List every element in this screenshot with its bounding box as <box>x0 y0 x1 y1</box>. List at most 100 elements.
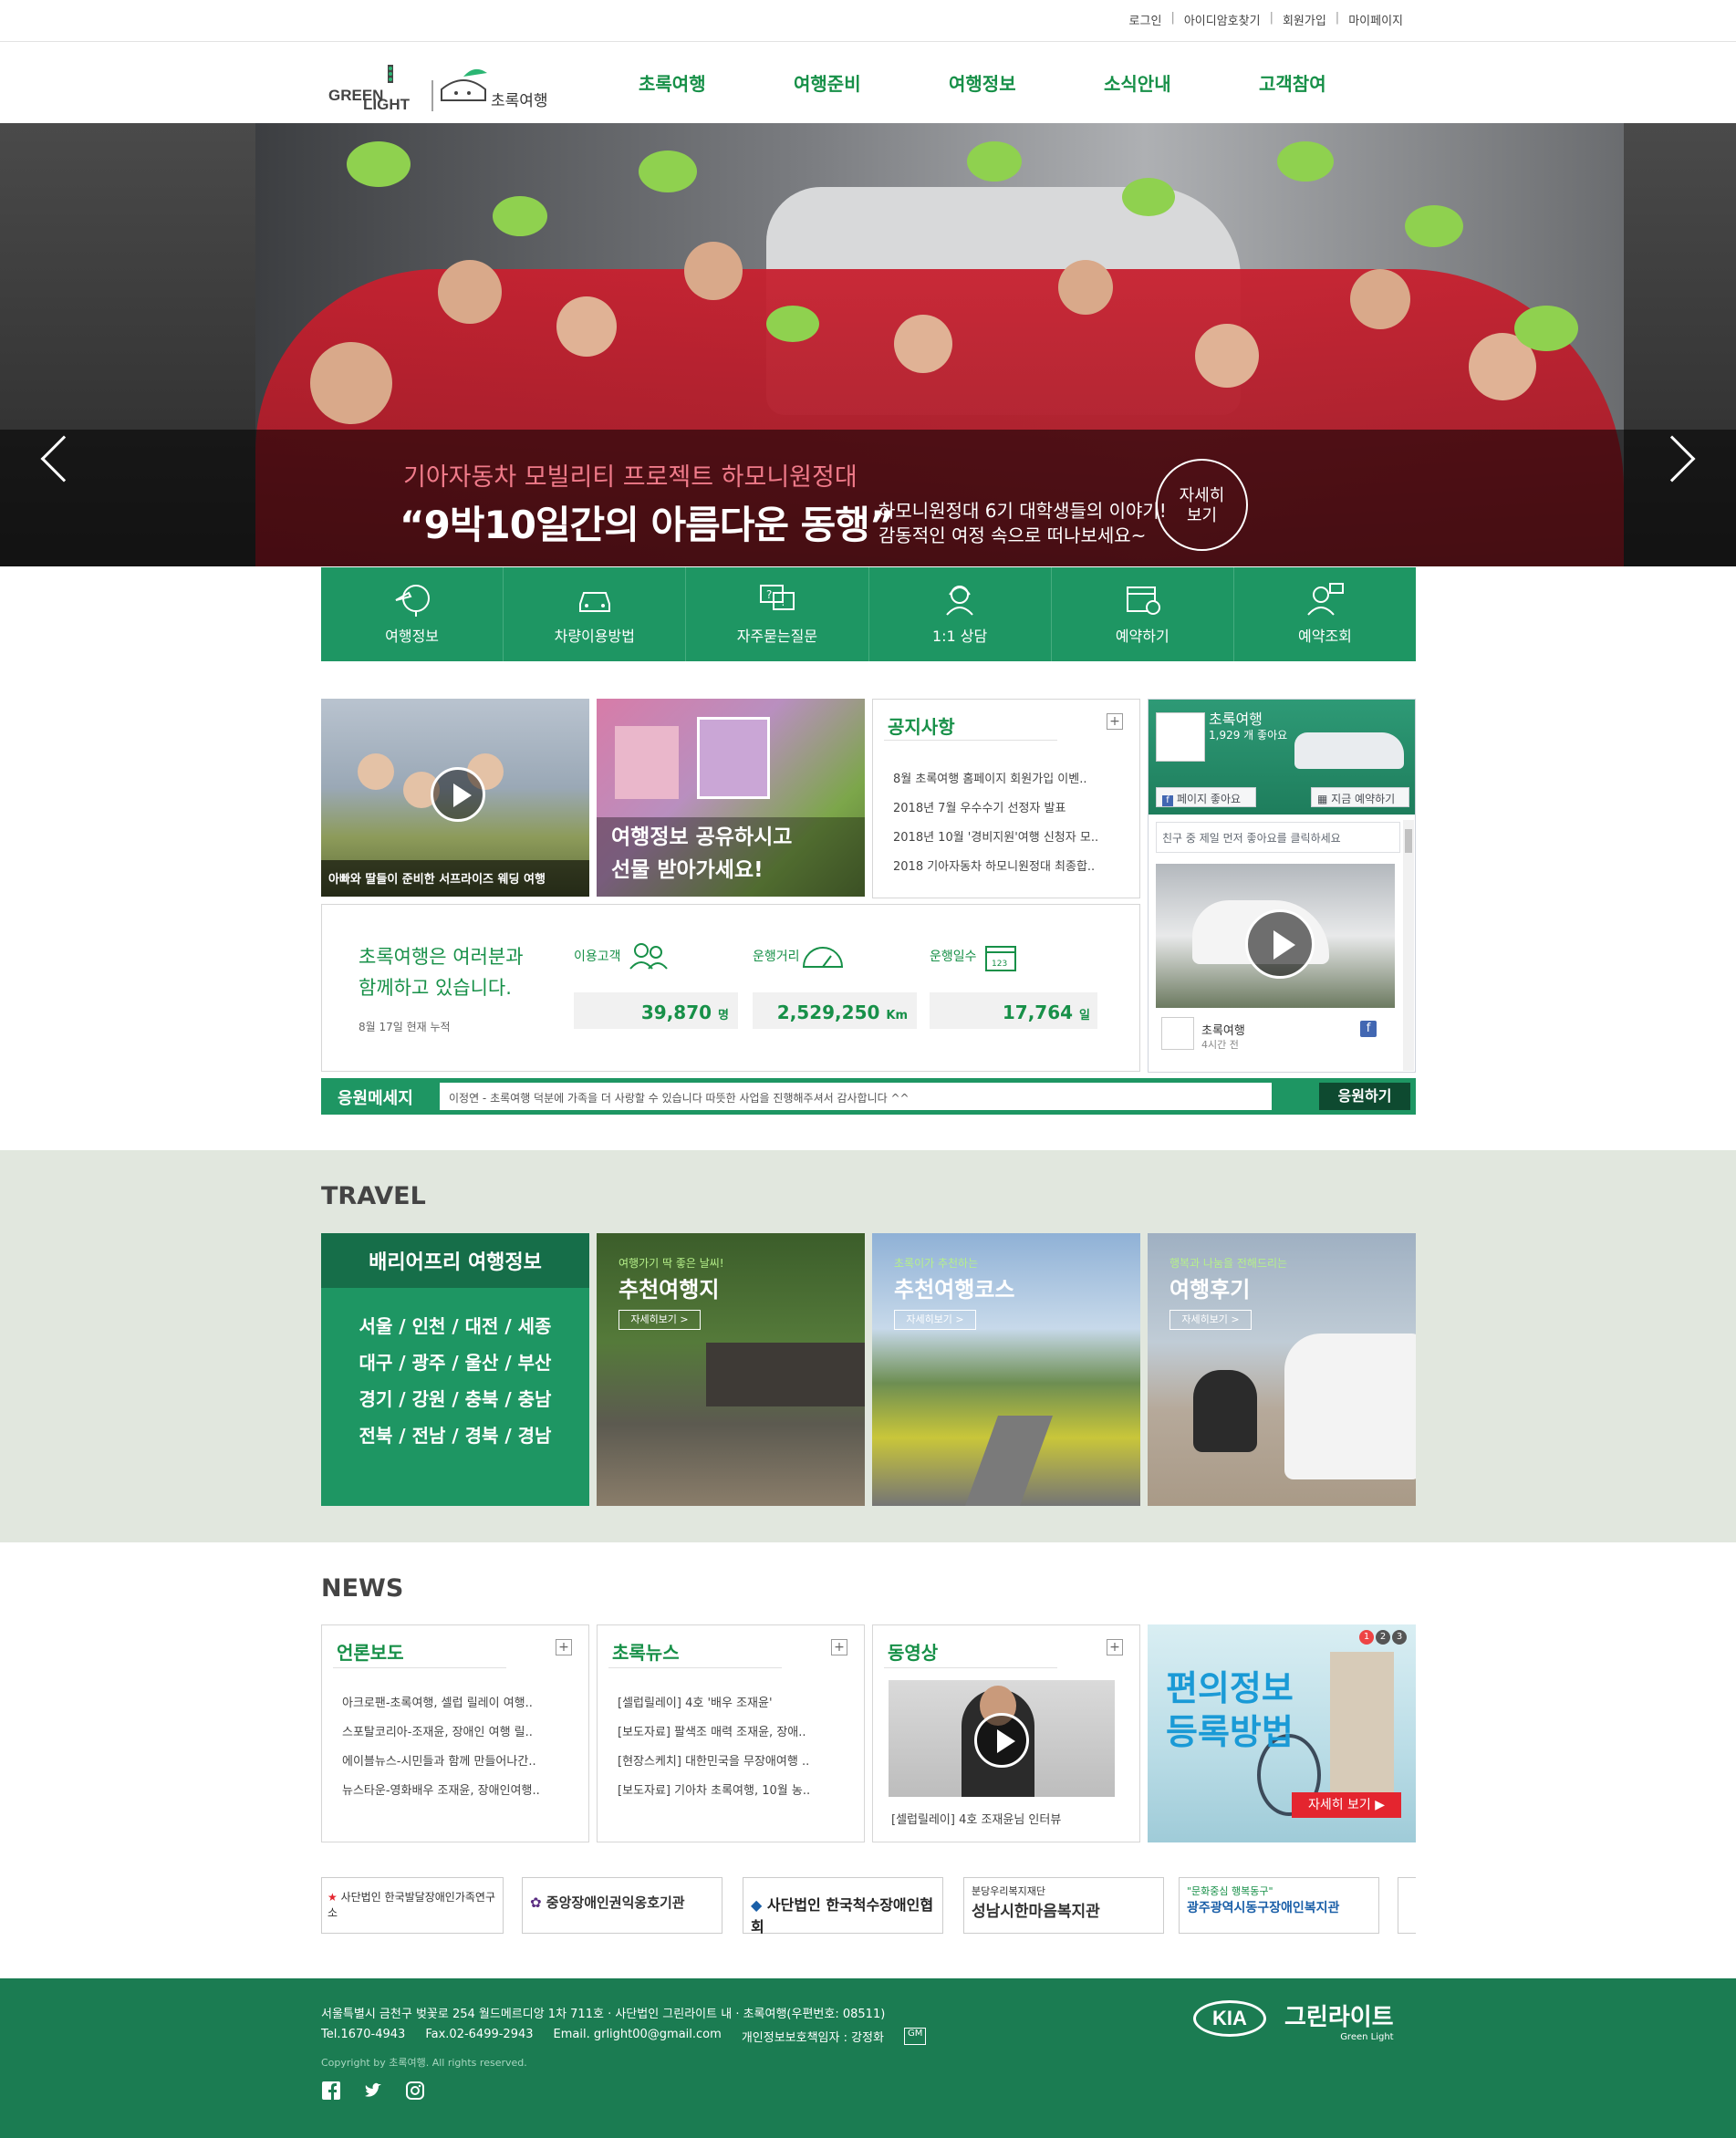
partner-logo[interactable]: ✿ 중앙장애인권익옹호기관 <box>522 1877 722 1934</box>
partner-logo[interactable]: "문화중심 행복동구" 광주광역시동구장애인복지관 <box>1179 1877 1379 1934</box>
quick-my-reservation[interactable]: 예약조회 <box>1234 567 1416 661</box>
header: GREEN LIGHT 초록여행 초록여행 여행준비 여행정보 소식안내 고객참… <box>0 42 1736 124</box>
travel-card-courses[interactable]: 초록이가 추천하는 추천여행코스 자세히보기 > <box>872 1233 1140 1506</box>
kia-logo: KIA <box>1193 2000 1266 2037</box>
stats-asof: 8월 17일 현재 누적 <box>359 1021 451 1033</box>
quick-faq[interactable]: ? ! 자주묻는질문 <box>686 567 869 661</box>
notice-item[interactable]: 2018년 10월 '경비지원'여행 신청자 모.. <box>893 824 1098 853</box>
nav-item-info[interactable]: 여행정보 <box>949 69 1104 96</box>
facebook-icon[interactable]: f <box>1360 1021 1377 1037</box>
greenlight-logo-en: Green Light <box>1340 2032 1394 2042</box>
green-news-item[interactable]: [보도자료] 팔색조 매력 조재윤, 장애.. <box>618 1718 810 1748</box>
stat-value-distance: 2,529,250 Km <box>753 1002 908 1023</box>
info-banner[interactable]: 편의정보 등록방법 1 2 3 자세히 보기 ▶ <box>1148 1624 1416 1842</box>
video-card-wedding[interactable]: 아빠와 딸들이 준비한 서프라이즈 웨딩 여행 <box>321 699 589 897</box>
play-icon[interactable] <box>431 767 485 822</box>
news-title: NEWS <box>321 1574 404 1603</box>
partner-logo[interactable]: ◆ 사단법인 한국척수장애인협회 <box>743 1877 943 1936</box>
hero-more-button[interactable]: 자세히 보기 <box>1156 459 1248 551</box>
press-list: 아크로팬-초록여행, 셀럽 릴레이 여행.. 스포탈코리아-조재윤, 장애인 여… <box>342 1689 540 1806</box>
travel-card-more-button[interactable]: 자세히보기 > <box>1169 1310 1252 1330</box>
footer-email[interactable]: Email. grlight00@gmail.com <box>554 2028 722 2045</box>
banner-page-3[interactable]: 3 <box>1392 1630 1407 1645</box>
cheer-label: 응원메세지 <box>338 1089 413 1108</box>
utility-links: 로그인 | 아이디암호찾기 | 회원가입 | 마이페이지 <box>1128 11 1403 28</box>
video-thumbnail[interactable] <box>889 1680 1115 1797</box>
green-news-item[interactable]: [보도자료] 기아차 초록여행, 10월 농.. <box>618 1777 810 1806</box>
notice-item[interactable]: 2018 기아자동차 하모니원정대 최종합.. <box>893 853 1098 882</box>
footer: 서울특별시 금천구 벚꽃로 254 월드메르디앙 1차 711호 · 사단법인 … <box>0 1978 1736 2138</box>
twitter-icon[interactable] <box>363 2081 383 2101</box>
quick-reserve[interactable]: 예약하기 <box>1052 567 1234 661</box>
fb-page-name[interactable]: 초록여행 <box>1209 707 1263 729</box>
play-icon[interactable] <box>974 1713 1029 1768</box>
travel-card-reviews[interactable]: 행복과 나눔을 전해드리는 여행후기 자세히보기 > <box>1148 1233 1416 1506</box>
region-row[interactable]: 전북 / 전남 / 경북 / 경남 <box>321 1417 589 1454</box>
notice-item[interactable]: 8월 초록여행 홈페이지 회원가입 이벤.. <box>893 765 1098 794</box>
press-item[interactable]: 스포탈코리아-조재윤, 장애인 여행 릴.. <box>342 1718 540 1748</box>
press-item[interactable]: 뉴스타운-영화배우 조재윤, 장애인여행.. <box>342 1777 540 1806</box>
press-item[interactable]: 에이블뉴스-시민들과 함께 만들어나간.. <box>342 1748 540 1777</box>
fb-book-button[interactable]: ▦ 지금 예약하기 <box>1311 787 1409 807</box>
partner-logo[interactable]: ★ 사단법인 한국발달장애인가족연구소 <box>321 1877 504 1934</box>
hero-title: “9박10일간의 아름다운 동행” <box>400 503 895 547</box>
nav-item-customer[interactable]: 고객참여 <box>1259 69 1414 96</box>
region-row[interactable]: 경기 / 강원 / 충북 / 충남 <box>321 1381 589 1417</box>
fb-like-page-button[interactable]: f 페이지 좋아요 <box>1156 787 1256 807</box>
notice-panel: 공지사항 + 8월 초록여행 홈페이지 회원가입 이벤.. 2018년 7월 우… <box>872 699 1140 898</box>
fb-post-time: 4시간 전 <box>1201 1039 1239 1051</box>
facebook-widget: 초록여행 1,929 개 좋아요 f 페이지 좋아요 ▦ 지금 예약하기 친구 중… <box>1148 699 1416 1073</box>
nav-item-prepare[interactable]: 여행준비 <box>794 69 949 96</box>
hero-desc-line2: 감동적인 여정 속으로 떠나보세요~ <box>878 524 1147 546</box>
video-caption[interactable]: [셀럽릴레이] 4호 조재윤님 인터뷰 <box>891 1810 1061 1827</box>
stat-label-distance: 운행거리 <box>753 950 800 964</box>
play-icon[interactable] <box>1245 909 1315 979</box>
signup-link[interactable]: 회원가입 <box>1283 11 1326 28</box>
banner-line1: 편의정보 <box>1166 1668 1294 1708</box>
quick-consult[interactable]: 1:1 상담 <box>869 567 1052 661</box>
barrier-free-title: 배리어프리 여행정보 <box>369 1251 542 1274</box>
banner-more-button[interactable]: 자세히 보기 ▶ <box>1292 1792 1401 1818</box>
barrier-free-panel: 배리어프리 여행정보 서울 / 인천 / 대전 / 세종 대구 / 광주 / 울… <box>321 1233 589 1506</box>
travel-card-title: 추천여행코스 <box>894 1277 1015 1303</box>
mypage-link[interactable]: 마이페이지 <box>1348 11 1403 28</box>
login-link[interactable]: 로그인 <box>1129 11 1162 28</box>
banner-page-1[interactable]: 1 <box>1359 1630 1374 1645</box>
instagram-icon[interactable] <box>405 2081 425 2101</box>
region-row[interactable]: 서울 / 인천 / 대전 / 세종 <box>321 1308 589 1344</box>
travel-card-more-button[interactable]: 자세히보기 > <box>894 1310 976 1330</box>
stat-label-days: 운행일수 <box>930 950 977 964</box>
partner-carousel: ★ 사단법인 한국발달장애인가족연구소 ✿ 중앙장애인권익옹호기관 ◆ 사단법인… <box>321 1877 1416 1936</box>
banner-page-2[interactable]: 2 <box>1376 1630 1390 1645</box>
facebook-icon[interactable] <box>321 2081 341 2101</box>
logo[interactable]: GREEN LIGHT 초록여행 <box>327 53 555 115</box>
nav-item-news[interactable]: 소식안내 <box>1104 69 1259 96</box>
event-card[interactable]: 여행정보 공유하시고 선물 받아가세요! <box>597 699 865 897</box>
fb-scrollbar[interactable] <box>1403 820 1414 1071</box>
press-item[interactable]: 아크로팬-초록여행, 셀럽 릴레이 여행.. <box>342 1689 540 1718</box>
notice-item[interactable]: 2018년 7월 우수수기 선정자 발표 <box>893 794 1098 824</box>
green-news-item[interactable]: [현장스케치] 대한민국을 무장애여행 .. <box>618 1748 810 1777</box>
travel-card-more-button[interactable]: 자세히보기 > <box>619 1310 701 1330</box>
partner-logo[interactable]: 분당우리복지재단 성남시한마음복지관 <box>963 1877 1164 1934</box>
notice-more-icon[interactable]: + <box>1107 713 1123 730</box>
green-news-more-icon[interactable]: + <box>831 1639 847 1655</box>
green-news-item[interactable]: [셀럽릴레이] 4호 '배우 조재윤' <box>618 1689 810 1718</box>
quick-travel-info[interactable]: 여행정보 <box>321 567 504 661</box>
hero-description: 하모니원정대 6기 대학생들의 이야기! 감동적인 여정 속으로 떠나보세요~ <box>878 499 1167 548</box>
stat-value-customers: 39,870 명 <box>574 1002 729 1023</box>
green-news-panel: 초록뉴스 + [셀럽릴레이] 4호 '배우 조재윤' [보도자료] 팔색조 매력… <box>597 1624 865 1842</box>
quick-car-usage[interactable]: 차량이용방법 <box>504 567 687 661</box>
cheer-submit-button[interactable]: 응원하기 <box>1319 1083 1410 1110</box>
cheer-message-ticker: 이정연 - 초록여행 덕분에 가족을 더 사랑할 수 있습니다 따뜻한 사업을 … <box>440 1083 1272 1110</box>
video-more-icon[interactable]: + <box>1107 1639 1123 1655</box>
fb-post-video[interactable] <box>1156 864 1395 1008</box>
travel-card-destinations[interactable]: 여행가기 딱 좋은 날씨! 추천여행지 자세히보기 > <box>597 1233 865 1506</box>
region-row[interactable]: 대구 / 광주 / 울산 / 부산 <box>321 1344 589 1381</box>
partner-logo[interactable] <box>1398 1877 1416 1934</box>
svg-text:?: ? <box>766 588 772 601</box>
find-id-link[interactable]: 아이디암호찾기 <box>1184 11 1261 28</box>
footer-address: 서울특별시 금천구 벚꽃로 254 월드메르디앙 1차 711호 · 사단법인 … <box>321 2008 886 2021</box>
nav-item-chorok[interactable]: 초록여행 <box>639 69 794 96</box>
press-more-icon[interactable]: + <box>556 1639 572 1655</box>
